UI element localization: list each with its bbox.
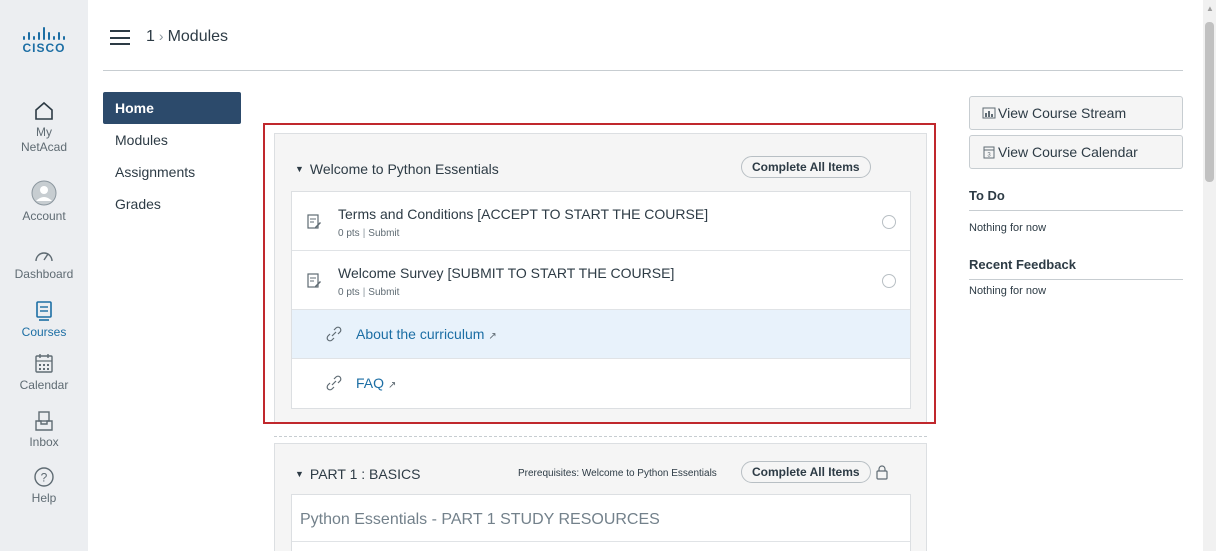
course-nav-home[interactable]: Home [103, 92, 241, 124]
nav-calendar[interactable]: Calendar [0, 353, 88, 393]
view-course-calendar-button[interactable]: 3 View Course Calendar [969, 135, 1183, 169]
view-course-stream-label: View Course Stream [998, 105, 1127, 121]
subheader-divider [292, 541, 910, 542]
courses-icon [36, 301, 52, 321]
breadcrumb-course[interactable]: 1 [146, 28, 155, 45]
recent-feedback-heading: Recent Feedback [969, 257, 1076, 272]
nav-account-label: Account [22, 209, 66, 223]
scroll-up-arrow-icon[interactable]: ▲ [1206, 4, 1214, 13]
collapse-caret-icon[interactable]: ▼ [295, 469, 304, 479]
module-subheader: Python Essentials - PART 1 STUDY RESOURC… [300, 511, 660, 528]
course-nav-assignments[interactable]: Assignments [103, 156, 241, 188]
dashboard-icon [35, 252, 53, 262]
feedback-empty-text: Nothing for now [969, 285, 1047, 297]
svg-text:?: ? [41, 471, 48, 485]
view-course-stream-button[interactable]: View Course Stream [969, 96, 1183, 130]
nav-inbox[interactable]: Inbox [0, 410, 88, 450]
nav-calendar-label: Calendar [19, 378, 69, 392]
inbox-icon [35, 411, 53, 431]
module-part1: ▼ PART 1 : BASICS Prerequisites: Welcome … [274, 443, 927, 551]
nav-my-netacad-label-2: NetAcad [20, 140, 68, 154]
prerequisites-text: Prerequisites: Welcome to Python Essenti… [518, 468, 717, 479]
module-part1-title[interactable]: ▼ PART 1 : BASICS [295, 466, 420, 482]
calendar-icon: 3 [983, 146, 995, 159]
breadcrumb-separator: › [158, 28, 164, 44]
nav-courses[interactable]: Courses [0, 300, 88, 340]
breadcrumb: 1 › Modules [146, 28, 228, 46]
nav-help[interactable]: ? Help [0, 466, 88, 506]
nav-inbox-label: Inbox [29, 435, 59, 449]
nav-help-label: Help [31, 491, 57, 505]
logo-text: CISCO [22, 41, 66, 55]
cisco-logo[interactable]: CISCO [18, 26, 70, 55]
home-icon [35, 101, 53, 120]
complete-all-items-button[interactable]: Complete All Items [741, 461, 871, 483]
view-course-calendar-label: View Course Calendar [998, 144, 1138, 160]
stream-icon [982, 107, 996, 119]
course-nav-grades[interactable]: Grades [103, 188, 241, 220]
nav-my-netacad[interactable]: My NetAcad [0, 100, 88, 155]
module-part1-items: Python Essentials - PART 1 STUDY RESOURC… [291, 494, 911, 551]
module-divider [274, 436, 927, 437]
avatar-icon [31, 180, 57, 206]
page-scrollbar[interactable]: ▲ [1203, 0, 1216, 551]
module-part1-title-text: PART 1 : BASICS [309, 466, 421, 482]
course-nav: Home Modules Assignments Grades [103, 92, 241, 220]
nav-dashboard[interactable]: Dashboard [0, 246, 88, 282]
nav-my-netacad-label-1: My [36, 125, 52, 139]
scrollbar-thumb[interactable] [1205, 22, 1214, 182]
global-nav: CISCO My NetAcad Account Dashboard Cours… [0, 0, 88, 551]
feedback-divider [969, 279, 1183, 280]
cisco-logo-icon [18, 26, 70, 40]
nav-dashboard-label: Dashboard [14, 267, 74, 281]
todo-empty-text: Nothing for now [969, 222, 1047, 234]
breadcrumb-current: Modules [167, 28, 229, 45]
todo-divider [969, 210, 1183, 211]
help-icon: ? [34, 467, 54, 487]
lock-icon [876, 465, 888, 480]
header-divider [103, 70, 1183, 71]
todo-heading: To Do [969, 188, 1005, 203]
course-nav-modules[interactable]: Modules [103, 124, 241, 156]
highlight-frame [263, 123, 936, 424]
hamburger-menu-icon[interactable] [110, 30, 130, 45]
calendar-icon [35, 354, 53, 373]
nav-courses-label: Courses [21, 325, 67, 339]
nav-account[interactable]: Account [0, 180, 88, 224]
